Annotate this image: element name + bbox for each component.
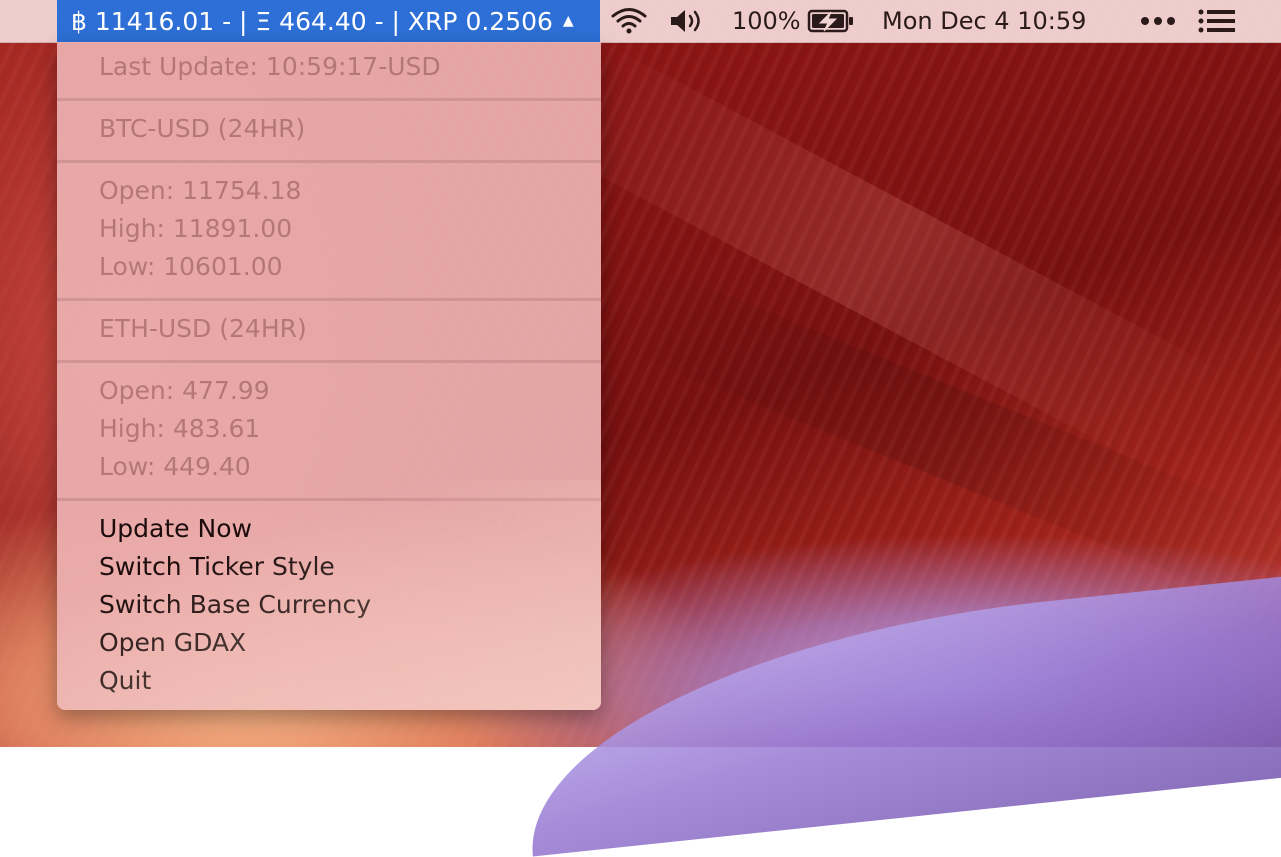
clock[interactable]: Mon Dec 4 10:59 — [882, 0, 1086, 42]
wallpaper-purple-band — [512, 563, 1281, 857]
battery-percentage: 100% — [732, 7, 801, 35]
more-icon[interactable] — [1140, 0, 1176, 42]
ticker-text: ฿ 11416.01 - | Ξ 464.40 - | XRP 0.2506 — [71, 6, 553, 36]
last-update-label: Last Update: 10:59:17-USD — [99, 52, 441, 81]
crypto-ticker-menu-item[interactable]: ฿ 11416.01 - | Ξ 464.40 - | XRP 0.2506 ▲ — [57, 0, 600, 42]
ticker-arrow-icon: ▲ — [562, 13, 574, 29]
btc-section-header: BTC-USD (24HR) — [99, 114, 306, 143]
menu-separator — [57, 98, 601, 101]
battery-status[interactable]: 100% — [732, 0, 855, 42]
clock-text: Mon Dec 4 10:59 — [882, 7, 1087, 35]
menu-bar: ฿ 11416.01 - | Ξ 464.40 - | XRP 0.2506 ▲… — [0, 0, 1281, 43]
ticker-dropdown-menu: Last Update: 10:59:17-USD BTC-USD (24HR)… — [57, 42, 601, 710]
switch-ticker-style-menu-item[interactable]: Switch Ticker Style — [99, 552, 335, 581]
wifi-icon[interactable] — [610, 0, 650, 42]
battery-charging-icon — [807, 9, 853, 33]
eth-low-value: Low: 449.40 — [99, 452, 251, 481]
volume-icon[interactable] — [668, 0, 708, 42]
open-gdax-menu-item[interactable]: Open GDAX — [99, 628, 246, 657]
quit-menu-item[interactable]: Quit — [99, 666, 151, 695]
btc-low-value: Low: 10601.00 — [99, 252, 283, 281]
btc-open-value: Open: 11754.18 — [99, 176, 302, 205]
eth-section-header: ETH-USD (24HR) — [99, 314, 307, 343]
menu-separator — [57, 498, 601, 501]
menu-separator — [57, 160, 601, 163]
update-now-menu-item[interactable]: Update Now — [99, 514, 252, 543]
eth-open-value: Open: 477.99 — [99, 376, 270, 405]
menu-separator — [57, 298, 601, 301]
eth-high-value: High: 483.61 — [99, 414, 261, 443]
menu-separator — [57, 360, 601, 363]
btc-high-value: High: 11891.00 — [99, 214, 293, 243]
notification-center-icon[interactable] — [1198, 0, 1236, 42]
switch-base-currency-menu-item[interactable]: Switch Base Currency — [99, 590, 371, 619]
